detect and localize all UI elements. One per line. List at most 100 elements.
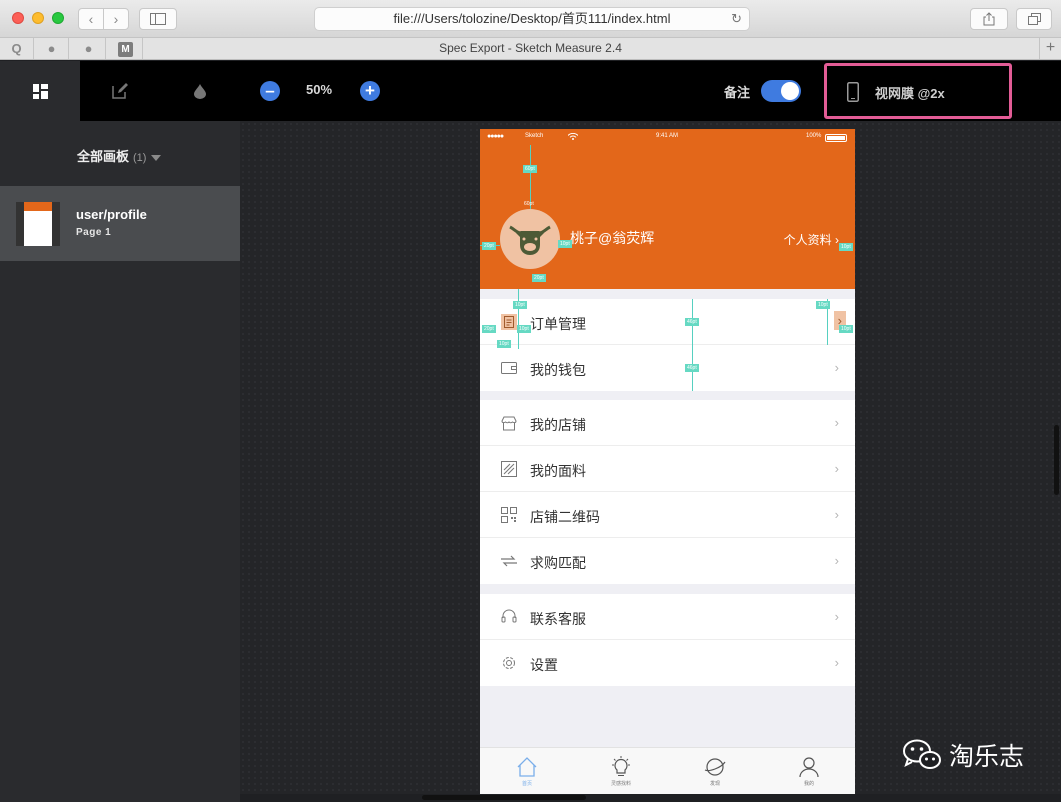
tab-discover[interactable]: 发现 — [668, 748, 762, 794]
favorite-m[interactable]: M — [109, 38, 143, 59]
menu-item-label: 联系客服 — [530, 611, 586, 627]
menu-item-label: 求购匹配 — [530, 555, 586, 571]
measure-tag: 10pt — [558, 240, 572, 248]
tab-inspiration[interactable]: 灵感找料 — [574, 748, 668, 794]
measure-tag: 10pt — [839, 325, 853, 333]
measure-tag: 10pt — [517, 325, 531, 333]
tabs-icon — [1027, 13, 1041, 25]
avatar[interactable] — [500, 209, 560, 269]
tab-mine[interactable]: 我的 — [762, 748, 855, 794]
settings-icon — [500, 654, 518, 672]
measure-tag: 60pt — [523, 165, 537, 173]
menu-item-wallet[interactable]: 我的钱包 › — [480, 345, 855, 391]
favorite-qq[interactable]: ● — [35, 38, 69, 59]
artboards-sidebar: 全部画板 (1) user/profile Page 1 — [0, 121, 240, 802]
vertical-scrollbar[interactable] — [1054, 425, 1059, 495]
chevron-right-icon: › — [834, 461, 839, 476]
tab-label: 灵感找料 — [610, 781, 631, 787]
back-button[interactable]: ‹ — [78, 8, 104, 30]
measure-tag: 10pt — [839, 243, 853, 251]
bottom-tab-bar: 首页 灵感找料 发现 我的 — [480, 747, 855, 794]
menu-item-qrcode[interactable]: 店铺二维码 › — [480, 492, 855, 538]
menu-item-orders[interactable]: 订单管理 › — [480, 299, 855, 345]
status-bar: ●●●●● Sketch 9:41 AM 100% — [480, 129, 855, 145]
service-icon — [500, 608, 518, 626]
measure-tag: 10pt — [816, 301, 830, 309]
menu-group-support: 联系客服 › 设置 › — [480, 594, 855, 686]
colors-tool[interactable] — [160, 61, 240, 121]
tab-home[interactable]: 首页 — [480, 748, 574, 794]
menu-item-label: 订单管理 — [530, 316, 586, 332]
status-time: 9:41 AM — [656, 133, 679, 139]
favorite-q[interactable]: Q — [0, 38, 34, 59]
menu-item-fabric[interactable]: 我的面料 › — [480, 446, 855, 492]
device-resolution-selector[interactable]: 视网膜 @2x — [824, 63, 1012, 119]
favorite-qq-2[interactable]: ● — [72, 38, 106, 59]
chevron-right-icon: › — [834, 655, 839, 670]
share-button[interactable] — [970, 8, 1008, 30]
wechat-icon — [903, 739, 941, 769]
fabric-icon — [500, 460, 518, 478]
sidebar-icon — [150, 13, 166, 25]
bulb-icon — [612, 756, 630, 776]
measure-tag: 46pt — [685, 318, 699, 326]
artboards-tool[interactable] — [0, 61, 80, 121]
menu-item-shop[interactable]: 我的店铺 › — [480, 400, 855, 446]
address-text: file:///Users/tolozine/Desktop/首页111/ind… — [393, 11, 671, 26]
profile-header[interactable]: ●●●●● Sketch 9:41 AM 100% 桃子@翁荧辉 个人资料 › — [480, 129, 855, 289]
address-bar[interactable]: file:///Users/tolozine/Desktop/首页111/ind… — [314, 7, 750, 31]
wifi-icon — [568, 133, 578, 140]
sidebar-toggle-button[interactable] — [139, 8, 177, 30]
artboard-user-profile[interactable]: ●●●●● Sketch 9:41 AM 100% 桃子@翁荧辉 个人资料 › … — [480, 129, 855, 794]
window-close-button[interactable] — [12, 12, 24, 24]
tab-label: 首页 — [521, 781, 532, 787]
zoom-out-button[interactable]: – — [260, 81, 280, 101]
watermark-text: 淘乐志 — [949, 743, 1025, 771]
user-icon — [799, 757, 819, 778]
match-icon — [500, 552, 518, 570]
menu-item-label: 店铺二维码 — [530, 509, 600, 525]
menu-item-service[interactable]: 联系客服 › — [480, 594, 855, 640]
signal-icon: ●●●●● — [487, 133, 504, 140]
profile-link[interactable]: 个人资料 › — [784, 231, 839, 248]
menu-item-label: 我的店铺 — [530, 417, 586, 433]
menu-item-match[interactable]: 求购匹配 › — [480, 538, 855, 584]
notes-toggle[interactable] — [761, 80, 801, 102]
chevron-right-icon: › — [834, 553, 839, 568]
window-zoom-button[interactable] — [52, 12, 64, 24]
measure-line — [692, 299, 693, 391]
tabs-overview-button[interactable] — [1016, 8, 1052, 30]
toggle-knob — [781, 82, 799, 100]
measure-tag: 20pt — [482, 242, 496, 250]
carrier-name: Sketch — [525, 133, 544, 139]
artboards-filter[interactable]: 全部画板 (1) — [77, 146, 162, 165]
horizontal-scrollbar[interactable] — [422, 795, 586, 800]
reload-icon[interactable]: ↻ — [731, 8, 742, 30]
battery-icon — [825, 134, 847, 142]
zoom-in-button[interactable]: + — [360, 81, 380, 101]
menu-group-orders: 订单管理 › 我的钱包 › — [480, 299, 855, 391]
edit-icon — [112, 83, 128, 99]
menu-item-label: 我的面料 — [530, 463, 586, 479]
spec-toolbar: – 50% + 备注 视网膜 @2x — [0, 61, 1061, 121]
artboard-thumbnail — [16, 202, 60, 246]
chevron-right-icon: › — [834, 360, 839, 375]
window-minimize-button[interactable] — [32, 12, 44, 24]
tab-label: 我的 — [803, 781, 814, 787]
forward-button[interactable]: › — [103, 8, 129, 30]
new-tab-button[interactable]: + — [1039, 38, 1061, 59]
artboard-item[interactable]: user/profile Page 1 — [0, 186, 240, 261]
menu-item-settings[interactable]: 设置 › — [480, 640, 855, 686]
tab-title[interactable]: Spec Export - Sketch Measure 2.4 — [0, 38, 1061, 59]
home-icon — [517, 757, 537, 777]
slices-tool[interactable] — [80, 61, 160, 121]
tab-label: 发现 — [709, 781, 720, 787]
share-icon — [983, 12, 995, 26]
cow-avatar-icon — [509, 225, 551, 255]
qq-icon: ● — [84, 41, 93, 56]
planet-icon — [704, 758, 726, 776]
drop-icon — [194, 83, 206, 99]
artboard-page: Page 1 — [76, 227, 112, 238]
wallet-icon — [500, 359, 518, 377]
dashboard-icon — [32, 83, 48, 99]
